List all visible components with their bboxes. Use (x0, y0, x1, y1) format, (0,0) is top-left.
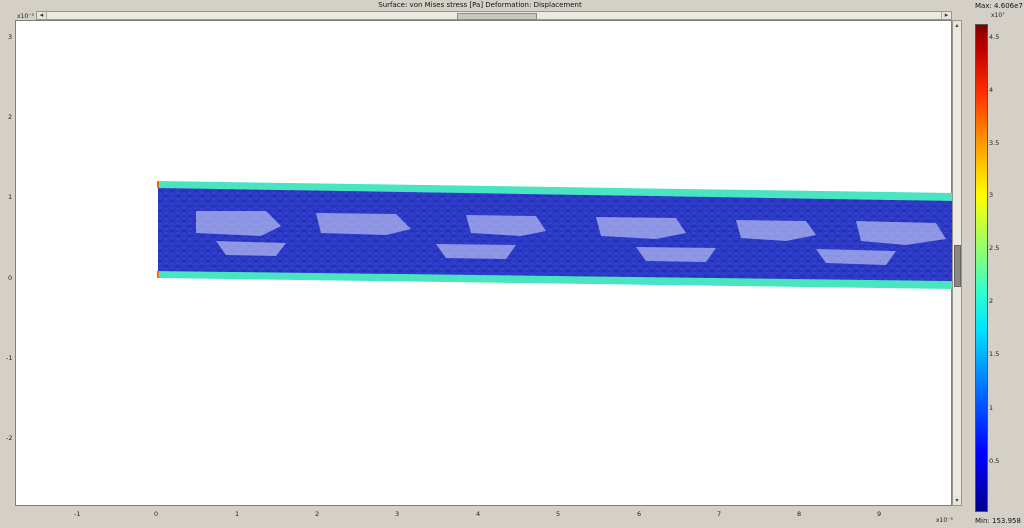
scroll-up-arrow-icon[interactable]: ▴ (953, 21, 961, 30)
colorbar-tick: 3 (989, 191, 994, 199)
colorbar-tick: 0.5 (989, 457, 1000, 465)
scroll-down-arrow-icon[interactable]: ▾ (953, 496, 961, 505)
x-tick: 6 (637, 510, 642, 518)
y-tick: -1 (6, 354, 13, 362)
scroll-right-arrow-icon[interactable]: ▸ (941, 12, 951, 19)
colorbar (975, 24, 988, 512)
x-tick: 8 (797, 510, 802, 518)
y-axis-exponent: x10⁻³ (17, 13, 34, 20)
fixed-end-top-mark (157, 181, 159, 188)
x-tick: 7 (717, 510, 722, 518)
x-tick: 2 (315, 510, 320, 518)
x-tick: -1 (74, 510, 81, 518)
plot-title: Surface: von Mises stress [Pa] Deformati… (378, 1, 582, 9)
colorbar-tick: 1.5 (989, 350, 1000, 358)
y-tick: 3 (8, 33, 13, 41)
vertical-scroll-thumb[interactable] (954, 245, 961, 287)
y-tick: 2 (8, 113, 13, 121)
colorbar-max-label: Max: 4.606e7 (975, 2, 1023, 10)
colorbar-exponent: x10⁷ (991, 12, 1005, 19)
colorbar-tick: 2.5 (989, 244, 1000, 252)
y-tick: 1 (8, 193, 13, 201)
colorbar-min-label: Min: 153.958 (975, 517, 1021, 525)
x-tick: 0 (154, 510, 159, 518)
vertical-scrollbar[interactable]: ▴ ▾ (952, 20, 962, 506)
y-tick: -2 (6, 434, 13, 442)
plot-canvas[interactable]: x10⁻³ 3 2 1 0 -1 -2 (6, 13, 953, 506)
colorbar-tick: 3.5 (989, 139, 1000, 147)
fixed-end-bottom-mark (157, 271, 159, 278)
colorbar-tick: 4 (989, 86, 994, 94)
horizontal-scrollbar[interactable]: ◂ ▸ (36, 11, 952, 20)
beam-plot (157, 181, 953, 289)
colorbar-tick: 2 (989, 297, 994, 305)
horizontal-scroll-thumb[interactable] (457, 13, 537, 20)
x-tick: 9 (877, 510, 882, 518)
scroll-left-arrow-icon[interactable]: ◂ (37, 12, 47, 19)
colorbar-tick: 4.5 (989, 33, 1000, 41)
x-axis-exponent: x10⁻³ (936, 517, 953, 524)
x-tick: 5 (556, 510, 561, 518)
beam-mesh-lines (158, 188, 953, 281)
y-tick: 0 (8, 274, 13, 282)
x-tick: 3 (395, 510, 400, 518)
x-tick: 4 (476, 510, 481, 518)
x-tick: 1 (235, 510, 240, 518)
colorbar-tick: 1 (989, 404, 994, 412)
